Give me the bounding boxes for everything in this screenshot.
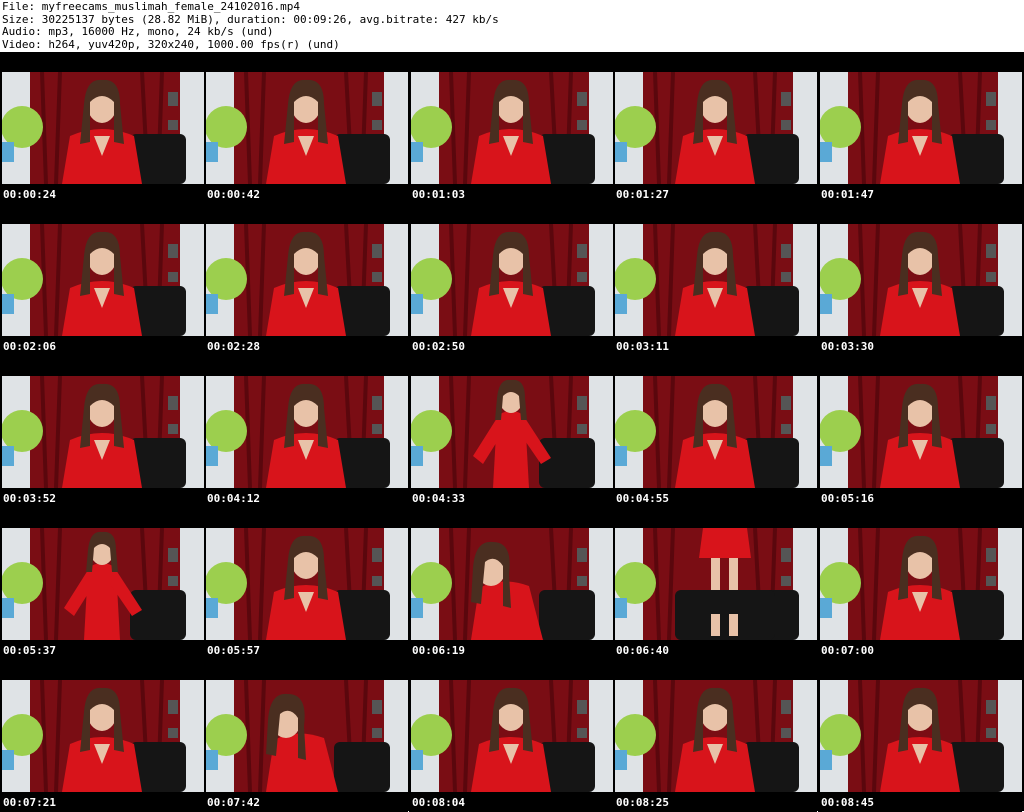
video-thumbnail: 00:07:00 bbox=[818, 508, 1022, 660]
thumbnail-timestamp: 00:06:19 bbox=[412, 644, 465, 657]
thumbnail-frame-image bbox=[411, 376, 613, 488]
thumbnail-frame-image bbox=[411, 224, 613, 336]
thumbnail-frame-image bbox=[615, 528, 817, 640]
thumbnail-timestamp: 00:05:16 bbox=[821, 492, 874, 505]
thumbnail-frame-image bbox=[615, 224, 817, 336]
video-thumbnail: 00:06:40 bbox=[613, 508, 817, 660]
video-thumbnail: 00:04:12 bbox=[204, 356, 408, 508]
thumbnail-timestamp: 00:01:47 bbox=[821, 188, 874, 201]
thumbnail-timestamp: 00:02:28 bbox=[207, 340, 260, 353]
thumbnail-frame-image bbox=[2, 72, 204, 184]
thumbnail-frame-image bbox=[206, 680, 408, 792]
thumbnail-frame-image bbox=[820, 224, 1022, 336]
video-thumbnail: 00:02:50 bbox=[409, 204, 613, 356]
video-thumbnail: 00:08:04 bbox=[409, 660, 613, 812]
thumbnail-timestamp: 00:01:03 bbox=[412, 188, 465, 201]
video-thumbnail: 00:01:03 bbox=[409, 52, 613, 204]
video-thumbnail: 00:08:25 bbox=[613, 660, 817, 812]
thumbnail-grid: 00:00:24 00:00:42 00:01:03 00:01:27 00:0… bbox=[0, 52, 1024, 812]
thumbnail-timestamp: 00:07:21 bbox=[3, 796, 56, 809]
video-thumbnail: 00:04:33 bbox=[409, 356, 613, 508]
thumbnail-frame-image bbox=[2, 376, 204, 488]
video-thumbnail: 00:02:28 bbox=[204, 204, 408, 356]
video-thumbnail: 00:00:24 bbox=[0, 52, 204, 204]
thumbnail-frame-image bbox=[2, 224, 204, 336]
video-thumbnail: 00:05:16 bbox=[818, 356, 1022, 508]
video-thumbnail: 00:03:11 bbox=[613, 204, 817, 356]
thumbnail-frame-image bbox=[2, 528, 204, 640]
thumbnail-timestamp: 00:04:55 bbox=[616, 492, 669, 505]
thumbnail-frame-image bbox=[206, 72, 408, 184]
audio-info-line: Audio: mp3, 16000 Hz, mono, 24 kb/s (und… bbox=[2, 25, 274, 38]
file-name-line: File: myfreecams_muslimah_female_2410201… bbox=[2, 0, 301, 13]
thumbnail-timestamp: 00:07:00 bbox=[821, 644, 874, 657]
thumbnail-timestamp: 00:08:04 bbox=[412, 796, 465, 809]
thumbnail-timestamp: 00:05:37 bbox=[3, 644, 56, 657]
video-thumbnail: 00:01:47 bbox=[818, 52, 1022, 204]
thumbnail-timestamp: 00:05:57 bbox=[207, 644, 260, 657]
file-info-header: File: myfreecams_muslimah_female_2410201… bbox=[0, 0, 1024, 52]
thumbnail-timestamp: 00:02:50 bbox=[412, 340, 465, 353]
video-thumbnail: 00:05:57 bbox=[204, 508, 408, 660]
video-thumbnail: 00:08:45 bbox=[818, 660, 1022, 812]
video-info-line: Video: h264, yuv420p, 320x240, 1000.00 f… bbox=[2, 37, 340, 51]
video-thumbnail: 00:07:21 bbox=[0, 660, 204, 812]
video-thumbnail: 00:03:30 bbox=[818, 204, 1022, 356]
video-thumbnail: 00:05:37 bbox=[0, 508, 204, 660]
video-thumbnail: 00:02:06 bbox=[0, 204, 204, 356]
thumbnail-frame-image bbox=[615, 376, 817, 488]
thumbnail-frame-image bbox=[820, 376, 1022, 488]
thumbnail-frame-image bbox=[206, 528, 408, 640]
video-thumbnail: 00:06:19 bbox=[409, 508, 613, 660]
thumbnail-timestamp: 00:00:42 bbox=[207, 188, 260, 201]
thumbnail-frame-image bbox=[206, 224, 408, 336]
thumbnail-timestamp: 00:08:45 bbox=[821, 796, 874, 809]
thumbnail-frame-image bbox=[411, 680, 613, 792]
thumbnail-timestamp: 00:00:24 bbox=[3, 188, 56, 201]
thumbnail-timestamp: 00:06:40 bbox=[616, 644, 669, 657]
thumbnail-frame-image bbox=[820, 528, 1022, 640]
thumbnail-timestamp: 00:03:30 bbox=[821, 340, 874, 353]
thumbnail-frame-image bbox=[615, 680, 817, 792]
thumbnail-timestamp: 00:03:52 bbox=[3, 492, 56, 505]
thumbnail-timestamp: 00:02:06 bbox=[3, 340, 56, 353]
thumbnail-frame-image bbox=[411, 72, 613, 184]
video-thumbnail: 00:07:42 bbox=[204, 660, 408, 812]
thumbnail-timestamp: 00:01:27 bbox=[616, 188, 669, 201]
video-thumbnail: 00:04:55 bbox=[613, 356, 817, 508]
video-thumbnail: 00:00:42 bbox=[204, 52, 408, 204]
thumbnail-frame-image bbox=[2, 680, 204, 792]
thumbnail-timestamp: 00:08:25 bbox=[616, 796, 669, 809]
video-thumbnail: 00:01:27 bbox=[613, 52, 817, 204]
thumbnail-frame-image bbox=[820, 680, 1022, 792]
thumbnail-frame-image bbox=[206, 376, 408, 488]
thumbnail-timestamp: 00:04:33 bbox=[412, 492, 465, 505]
thumbnail-timestamp: 00:03:11 bbox=[616, 340, 669, 353]
thumbnail-timestamp: 00:07:42 bbox=[207, 796, 260, 809]
thumbnail-frame-image bbox=[411, 528, 613, 640]
thumbnail-frame-image bbox=[615, 72, 817, 184]
thumbnail-frame-image bbox=[820, 72, 1022, 184]
thumbnail-timestamp: 00:04:12 bbox=[207, 492, 260, 505]
video-thumbnail: 00:03:52 bbox=[0, 356, 204, 508]
